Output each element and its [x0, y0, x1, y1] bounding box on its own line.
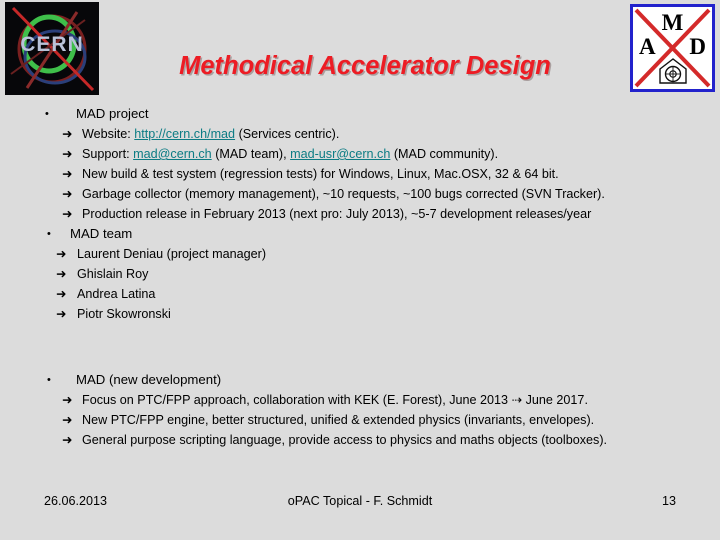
mad-logo-letter-m: M	[661, 10, 684, 35]
list-item: ➜ Laurent Deniau (project manager)	[0, 244, 720, 264]
arrow-bullet-icon: ➜	[62, 167, 73, 181]
list-item: ➜ Ghislain Roy	[0, 264, 720, 284]
hyperlink[interactable]: http://cern.ch/mad	[134, 127, 235, 141]
text-run: Garbage collector (memory management), ~…	[82, 187, 605, 201]
mad-logo-letter-a: A	[639, 34, 656, 59]
mad-logo: M A D	[630, 4, 715, 92]
list-item-text: Laurent Deniau (project manager)	[77, 244, 266, 264]
arrow-bullet-icon: ➜	[62, 127, 73, 141]
arrow-bullet-icon: ➜	[56, 267, 67, 281]
list-item-text: General purpose scripting language, prov…	[82, 430, 607, 450]
text-run: General purpose scripting language, prov…	[82, 433, 608, 447]
list-item: ➜ Andrea Latina	[0, 284, 720, 304]
arrow-bullet-icon: ➜	[62, 433, 73, 447]
text-run: Support:	[82, 147, 134, 161]
list-item: ➜ Production release in February 2013 (n…	[0, 204, 720, 224]
svg-text:CERN: CERN	[20, 33, 84, 56]
cern-logo-graphic: CERN	[5, 2, 99, 95]
hyperlink[interactable]: mad-usr@cern.ch	[290, 147, 390, 161]
arrow-bullet-icon: ➜	[62, 207, 73, 221]
arrow-bullet-icon: ➜	[56, 307, 67, 321]
bullet-group-mad-project: • MAD project ➜ Website: http://cern.ch/…	[0, 104, 720, 224]
arrow-bullet-icon: ➜	[56, 247, 67, 261]
text-run: Website:	[82, 127, 135, 141]
arrow-bullet-icon: ➜	[62, 413, 73, 427]
list-item-text: Garbage collector (memory management), ~…	[82, 184, 605, 204]
bullet-glyph: •	[47, 228, 51, 240]
footer-center-label: oPAC Topical - F. Schmidt	[287, 494, 433, 508]
bullet-glyph: •	[47, 374, 51, 386]
hyperlink[interactable]: mad@cern.ch	[133, 147, 212, 161]
footer-page-number: 13	[661, 494, 676, 508]
arrow-bullet-icon: ➜	[62, 393, 73, 407]
bullet-heading: • MAD (new development)	[0, 370, 720, 390]
bullet-glyph: •	[45, 108, 49, 120]
slide-header: CERN Methodical Accelerator Design M A D	[0, 0, 720, 100]
lhc-detector-icon	[658, 58, 687, 84]
list-item-text: Andrea Latina	[77, 284, 155, 304]
list-item-text: Support: mad@cern.ch (MAD team), mad-usr…	[82, 144, 498, 164]
bullet-heading: • MAD team	[0, 224, 720, 244]
list-item-text: Website: http://cern.ch/mad (Services ce…	[82, 124, 339, 144]
text-run: (MAD team),	[211, 147, 291, 161]
list-item-text: New build & test system (regression test…	[82, 164, 559, 184]
text-run: New PTC/FPP engine, better structured, u…	[82, 413, 595, 427]
slide-footer: 26.06.2013 oPAC Topical - F. Schmidt 13	[0, 494, 720, 516]
text-run: Andrea Latina	[77, 287, 156, 301]
bullet-heading-label: MAD project	[76, 106, 149, 121]
text-run: (MAD community).	[390, 147, 499, 161]
list-item-text: Ghislain Roy	[77, 264, 148, 284]
slide-content: • MAD project ➜ Website: http://cern.ch/…	[0, 104, 720, 450]
bullet-heading-label: MAD team	[70, 226, 133, 241]
cern-logo: CERN	[5, 2, 99, 95]
text-run: (Services centric).	[235, 127, 340, 141]
list-item: ➜ New build & test system (regression te…	[0, 164, 720, 184]
mad-logo-letter-d: D	[689, 34, 706, 59]
bullet-group-mad-new-development: • MAD (new development) ➜ Focus on PTC/F…	[0, 370, 720, 450]
page-title: Methodical Accelerator Design	[179, 52, 551, 80]
arrow-bullet-icon: ➜	[56, 287, 67, 301]
text-run: Production release in February 2013 (nex…	[82, 207, 592, 221]
text-run: Laurent Deniau (project manager)	[77, 247, 267, 261]
text-run: Piotr Skowronski	[77, 307, 171, 321]
list-item: ➜ Support: mad@cern.ch (MAD team), mad-u…	[0, 144, 720, 164]
bullet-heading: • MAD project	[0, 104, 720, 124]
text-run: Ghislain Roy	[77, 267, 149, 281]
list-item-text: Piotr Skowronski	[77, 304, 171, 324]
list-item: ➜ New PTC/FPP engine, better structured,…	[0, 410, 720, 430]
list-item: ➜ Website: http://cern.ch/mad (Services …	[0, 124, 720, 144]
list-item: ➜ General purpose scripting language, pr…	[0, 430, 720, 450]
list-item: ➜ Focus on PTC/FPP approach, collaborati…	[0, 390, 720, 410]
bullet-heading-label: MAD (new development)	[76, 372, 222, 387]
list-item: ➜ Garbage collector (memory management),…	[0, 184, 720, 204]
list-item-text: Production release in February 2013 (nex…	[82, 204, 591, 224]
arrow-bullet-icon: ➜	[62, 147, 73, 161]
arrow-bullet-icon: ➜	[62, 187, 73, 201]
list-item-text: Focus on PTC/FPP approach, collaboration…	[82, 390, 588, 410]
bullet-group-mad-team: • MAD team ➜ Laurent Deniau (project man…	[0, 224, 720, 324]
list-item: ➜ Piotr Skowronski	[0, 304, 720, 324]
text-run: Focus on PTC/FPP approach, collaboration…	[82, 393, 588, 407]
text-run: New build & test system (regression test…	[82, 167, 559, 181]
list-item-text: New PTC/FPP engine, better structured, u…	[82, 410, 594, 430]
